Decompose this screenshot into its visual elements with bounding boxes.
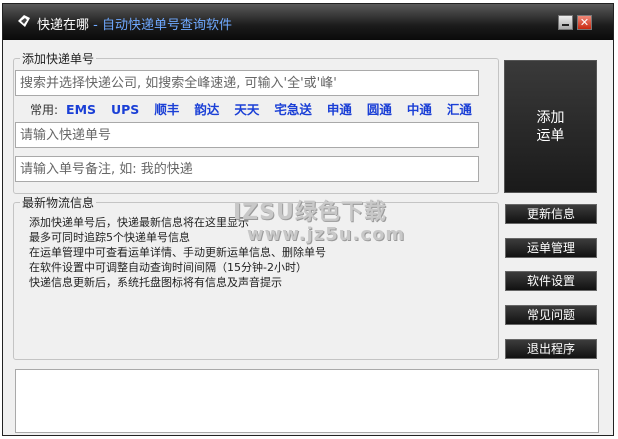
software-settings-button[interactable]: 软件设置 xyxy=(505,271,597,291)
close-button[interactable]: ✕ xyxy=(577,15,592,30)
waybill-management-button[interactable]: 运单管理 xyxy=(505,238,597,258)
courier-link-zhaijisong[interactable]: 宅急送 xyxy=(274,102,312,117)
note-input[interactable] xyxy=(15,156,479,182)
common-label: 常用: xyxy=(30,103,59,117)
watermark-line-1: IZSU绿色下载 xyxy=(233,200,387,225)
add-waybill-button[interactable]: 添加 运单 xyxy=(504,60,597,193)
window-title: 快递在哪 - 自动快递单号查询软件 xyxy=(37,14,232,33)
courier-search-input[interactable] xyxy=(15,70,479,96)
info-line: 在运单管理中可查看运单详情、手动更新运单信息、删除单号 xyxy=(29,246,326,259)
app-name: 快递在哪 xyxy=(37,18,90,33)
info-line: 快递信息更新后，系统托盘图标将有信息及声音提示 xyxy=(29,276,282,289)
log-area[interactable] xyxy=(15,369,599,433)
courier-link-zhongtong[interactable]: 中通 xyxy=(407,102,432,117)
tracking-number-input[interactable] xyxy=(15,122,479,148)
courier-link-shunfeng[interactable]: 顺丰 xyxy=(154,102,179,117)
app-logo-icon xyxy=(18,15,30,27)
exit-button[interactable]: 退出程序 xyxy=(505,339,597,359)
courier-link-yuantong[interactable]: 圆通 xyxy=(367,102,392,117)
close-icon: ✕ xyxy=(579,16,590,29)
minimize-button[interactable] xyxy=(558,15,573,30)
app-subtitle: - 自动快递单号查询软件 xyxy=(89,18,232,33)
add-waybill-label-1: 添加 xyxy=(536,109,565,126)
faq-button[interactable]: 常见问题 xyxy=(505,305,597,325)
update-info-button[interactable]: 更新信息 xyxy=(505,204,597,224)
add-waybill-label-2: 运单 xyxy=(536,127,565,144)
courier-link-yunda[interactable]: 韵达 xyxy=(194,102,219,117)
courier-link-ems[interactable]: EMS xyxy=(66,102,96,117)
latest-info-legend: 最新物流信息 xyxy=(22,196,95,210)
watermark-line-2: www.jz5u.com xyxy=(247,224,406,245)
courier-link-tiantian[interactable]: 天天 xyxy=(234,102,259,117)
common-couriers-row: 常用: EMS UPS 顺丰 韵达 天天 宅急送 申通 圆通 中通 汇通 xyxy=(30,99,483,119)
add-tracking-legend: 添加快递单号 xyxy=(22,52,95,66)
main-window: 快递在哪 - 自动快递单号查询软件 ✕ 添加快递单号 常用: EMS UPS 顺… xyxy=(2,3,614,436)
title-bar[interactable]: 快递在哪 - 自动快递单号查询软件 ✕ xyxy=(3,4,613,40)
watermark: IZSU绿色下载 www.jz5u.com xyxy=(233,202,405,246)
courier-link-ups[interactable]: UPS xyxy=(111,102,139,117)
info-line: 在软件设置中可调整自动查询时间间隔（15分钟-2小时） xyxy=(29,261,307,274)
courier-link-shentong[interactable]: 申通 xyxy=(327,102,352,117)
courier-link-huitong[interactable]: 汇通 xyxy=(447,102,472,117)
